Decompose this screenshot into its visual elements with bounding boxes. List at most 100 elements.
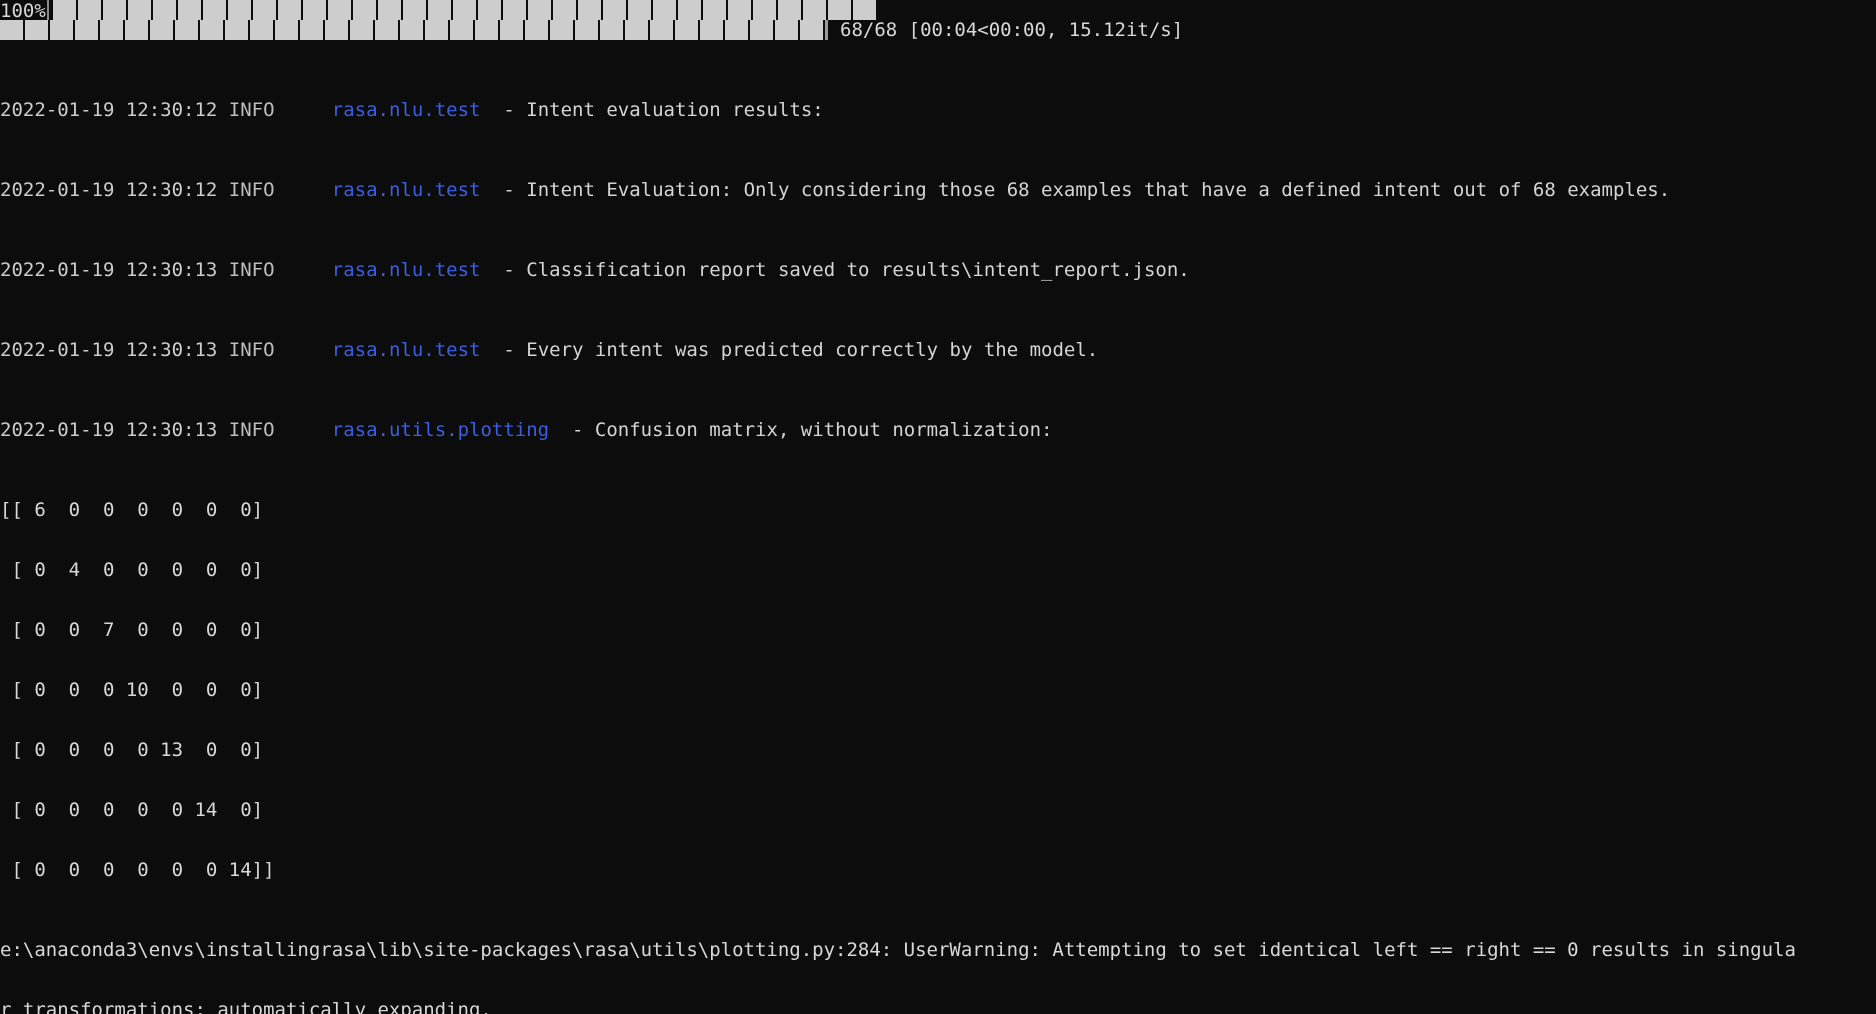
log-message: Confusion matrix, without normalization: bbox=[594, 419, 1053, 441]
confusion-matrix-row: [ 0 0 0 0 13 0 0] bbox=[0, 739, 264, 761]
log-logger: rasa.nlu.test bbox=[331, 259, 481, 281]
progress-bar-cell bbox=[625, 20, 650, 40]
warning-line: e:\anaconda3\envs\installingrasa\lib\sit… bbox=[0, 939, 1796, 961]
confusion-matrix-row: [ 0 4 0 0 0 0 0] bbox=[0, 559, 264, 581]
progress-bar-cell bbox=[702, 0, 728, 20]
progress-bar-cell bbox=[827, 0, 853, 20]
progress-bar-cell bbox=[52, 0, 78, 20]
progress-bar-cells-row-2 bbox=[0, 20, 825, 40]
progress-bar-cell bbox=[427, 0, 453, 20]
confusion-matrix-row: [ 0 0 0 0 0 0 14]] bbox=[0, 859, 275, 881]
log-dash: - bbox=[503, 259, 515, 281]
progress-bar-cell bbox=[77, 0, 103, 20]
progress-bar-cell bbox=[525, 20, 550, 40]
confusion-matrix-row: [[ 6 0 0 0 0 0 0] bbox=[0, 499, 264, 521]
progress-bar-cell bbox=[727, 0, 753, 20]
log-level: INFO bbox=[228, 259, 275, 281]
log-line: 2022-01-19 12:30:12 INFO rasa.nlu.test -… bbox=[0, 100, 1876, 120]
progress-bar-cell bbox=[25, 20, 50, 40]
progress-bar-cell bbox=[250, 20, 275, 40]
progress-bar-cell bbox=[577, 0, 603, 20]
log-dash: - bbox=[503, 339, 515, 361]
progress-bar-cell bbox=[400, 20, 425, 40]
log-line: 2022-01-19 12:30:13 INFO rasa.utils.plot… bbox=[0, 420, 1876, 440]
progress-bar-cell bbox=[425, 20, 450, 40]
progress-bar-cell bbox=[725, 20, 750, 40]
progress-bar-row-1: 100% bbox=[0, 0, 1876, 22]
progress-bar-cell bbox=[750, 20, 775, 40]
progress-bar-cell bbox=[175, 20, 200, 40]
progress-bar-cell bbox=[125, 20, 150, 40]
progress-bar-cell bbox=[852, 0, 878, 20]
progress-bar-cell bbox=[450, 20, 475, 40]
progress-bar-cell bbox=[600, 20, 625, 40]
progress-bar-cell bbox=[302, 0, 328, 20]
progress-bar-cell bbox=[352, 0, 378, 20]
log-timestamp: 2022-01-19 12:30:13 bbox=[0, 419, 218, 441]
progress-bar-cells-row-1 bbox=[52, 0, 878, 20]
log-timestamp: 2022-01-19 12:30:13 bbox=[0, 339, 218, 361]
log-logger: rasa.nlu.test bbox=[331, 99, 481, 121]
log-message: Every intent was predicted correctly by … bbox=[526, 339, 1099, 361]
progress-bar-cell bbox=[500, 20, 525, 40]
progress-bar-cell bbox=[225, 20, 250, 40]
progress-bar-cell bbox=[677, 0, 703, 20]
progress-bar-cell bbox=[377, 0, 403, 20]
progress-bar-cell bbox=[475, 20, 500, 40]
progress-bar-cell bbox=[127, 0, 153, 20]
confusion-matrix-row: [ 0 0 0 10 0 0 0] bbox=[0, 679, 264, 701]
progress-bar-cell bbox=[777, 0, 803, 20]
progress-bar-cell bbox=[700, 20, 725, 40]
progress-bar-cell bbox=[327, 0, 353, 20]
log-logger: rasa.utils.plotting bbox=[331, 419, 550, 441]
log-timestamp: 2022-01-19 12:30:13 bbox=[0, 259, 218, 281]
log-logger: rasa.nlu.test bbox=[331, 179, 481, 201]
progress-bar-cell bbox=[75, 20, 100, 40]
log-dash: - bbox=[503, 179, 515, 201]
log-level: INFO bbox=[228, 179, 275, 201]
progress-bar-cell bbox=[0, 20, 25, 40]
log-level: INFO bbox=[228, 99, 275, 121]
progress-bar-cell bbox=[350, 20, 375, 40]
confusion-matrix-row: [ 0 0 0 0 0 14 0] bbox=[0, 799, 264, 821]
progress-bar-cell bbox=[752, 0, 778, 20]
progress-bar-cell bbox=[775, 20, 800, 40]
progress-bar-cell bbox=[277, 0, 303, 20]
progress-bar-cell bbox=[477, 0, 503, 20]
progress-bar-cell bbox=[152, 0, 178, 20]
progress-bar-cell bbox=[575, 20, 600, 40]
log-message: Classification report saved to results\i… bbox=[526, 259, 1190, 281]
progress-bar-cell bbox=[100, 20, 125, 40]
progress-bar-cell bbox=[502, 0, 528, 20]
log-logger: rasa.nlu.test bbox=[331, 339, 481, 361]
progress-bar-cell bbox=[602, 0, 628, 20]
progress-bar-cell bbox=[452, 0, 478, 20]
progress-bar-cell bbox=[402, 0, 428, 20]
progress-percent-label: 100% bbox=[0, 0, 46, 22]
progress-bar-cell bbox=[177, 0, 203, 20]
progress-bar-cell bbox=[652, 0, 678, 20]
log-dash: - bbox=[572, 419, 584, 441]
progress-bar-cell bbox=[650, 20, 675, 40]
log-timestamp: 2022-01-19 12:30:12 bbox=[0, 99, 218, 121]
log-line: 2022-01-19 12:30:13 INFO rasa.nlu.test -… bbox=[0, 260, 1876, 280]
log-dash: - bbox=[503, 99, 515, 121]
warning-line: r transformations; automatically expandi… bbox=[0, 999, 492, 1014]
progress-bar-cell bbox=[300, 20, 325, 40]
progress-bar-cell bbox=[675, 20, 700, 40]
terminal-output: 2022-01-19 12:30:12 INFO rasa.nlu.test -… bbox=[0, 40, 1876, 1014]
log-level: INFO bbox=[228, 339, 275, 361]
progress-stats-label: 68/68 [00:04<00:00, 15.12it/s] bbox=[840, 19, 1184, 40]
progress-bar-cell bbox=[627, 0, 653, 20]
progress-bar-cell bbox=[552, 0, 578, 20]
progress-bar-cell bbox=[802, 0, 828, 20]
progress-bar-cell bbox=[550, 20, 575, 40]
progress-bar: 100% 68/68 [00:04<00:00, 15.12it/s] bbox=[0, 0, 1876, 40]
progress-bar-cell bbox=[202, 0, 228, 20]
terminal-window[interactable]: 100% 68/68 [00:04<00:00, 15.12it/s] 2022… bbox=[0, 0, 1876, 1014]
progress-bar-cell bbox=[275, 20, 300, 40]
progress-bar-cell bbox=[50, 20, 75, 40]
confusion-matrix-row: [ 0 0 7 0 0 0 0] bbox=[0, 619, 264, 641]
progress-bar-cell bbox=[252, 0, 278, 20]
progress-bar-cell bbox=[102, 0, 128, 20]
